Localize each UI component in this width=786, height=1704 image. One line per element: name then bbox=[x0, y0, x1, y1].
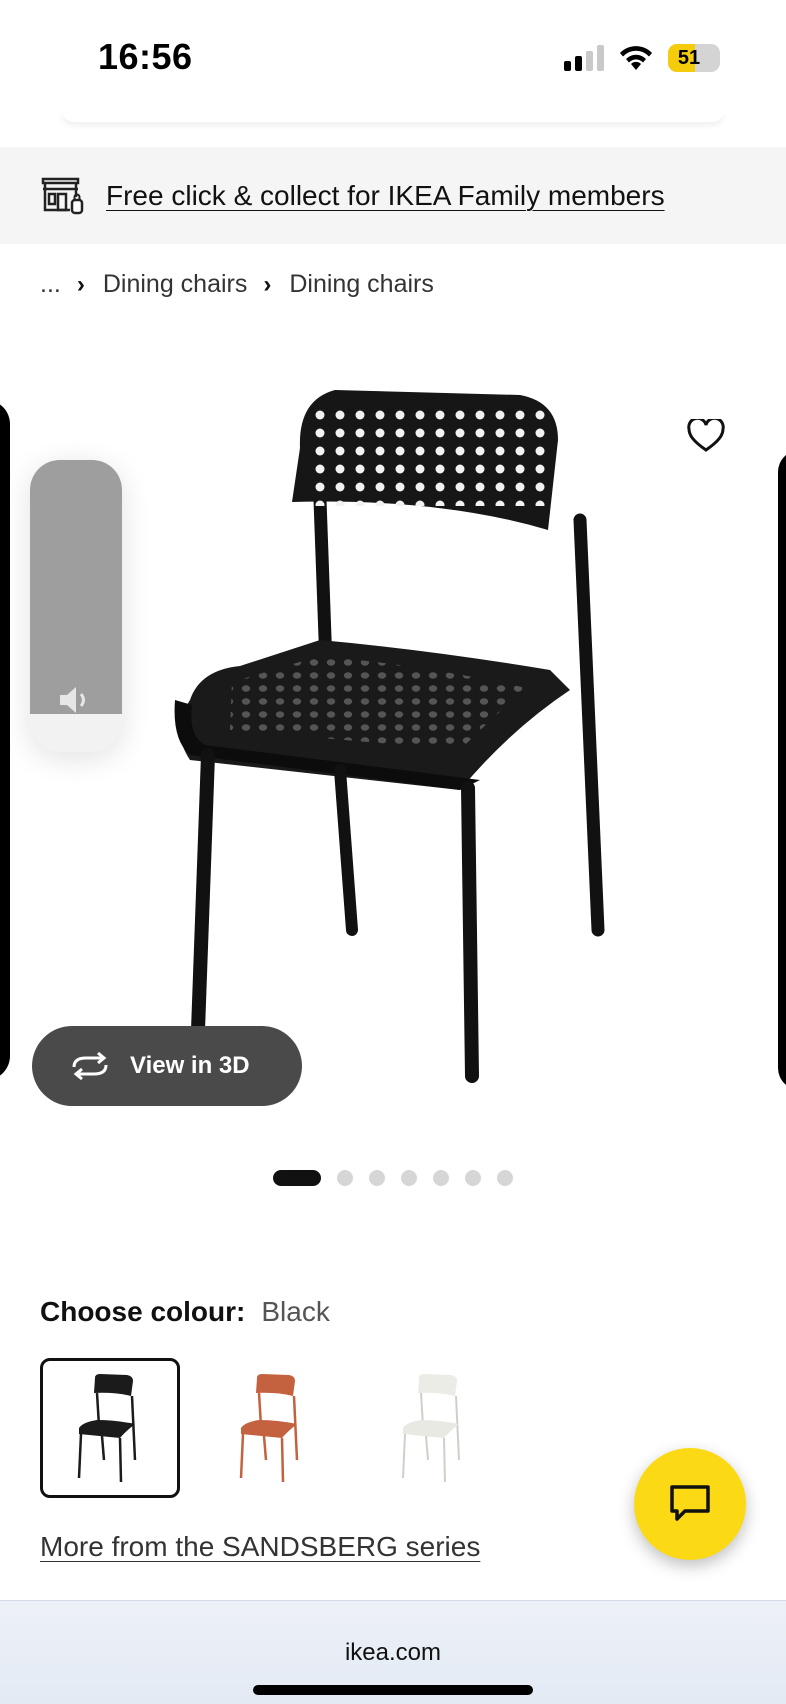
colour-swatches bbox=[40, 1358, 504, 1498]
colour-swatch-white[interactable] bbox=[364, 1358, 504, 1498]
status-bar: 16:56 51 bbox=[0, 0, 786, 110]
speaker-icon bbox=[60, 687, 85, 713]
next-image-edge bbox=[778, 450, 786, 1090]
heart-icon bbox=[687, 419, 725, 452]
pagination-dot[interactable] bbox=[273, 1170, 321, 1186]
breadcrumb-item[interactable]: Dining chairs bbox=[289, 270, 434, 299]
status-icons: 51 bbox=[564, 44, 720, 72]
rotate-3d-icon bbox=[72, 1051, 108, 1081]
chevron-right-icon: › bbox=[263, 270, 272, 298]
colour-chooser-header: Choose colour: Black bbox=[40, 1296, 330, 1328]
pagination-dot[interactable] bbox=[497, 1170, 513, 1186]
volume-overlay bbox=[30, 460, 122, 752]
image-pagination[interactable] bbox=[273, 1170, 513, 1186]
breadcrumb-ellipsis[interactable]: ... bbox=[40, 270, 61, 299]
battery-level: 51 bbox=[677, 47, 701, 69]
breadcrumb-item[interactable]: Dining chairs bbox=[103, 270, 248, 299]
promo-banner[interactable]: Free click & collect for IKEA Family mem… bbox=[0, 147, 786, 244]
series-link[interactable]: More from the SANDSBERG series bbox=[40, 1531, 480, 1563]
view-in-3d-label: View in 3D bbox=[130, 1052, 250, 1079]
view-in-3d-button[interactable]: View in 3D bbox=[32, 1026, 302, 1106]
colour-value: Black bbox=[261, 1296, 330, 1327]
product-gallery[interactable]: View in 3D bbox=[0, 320, 786, 1150]
pagination-dot[interactable] bbox=[337, 1170, 353, 1186]
home-indicator bbox=[253, 1685, 533, 1695]
browser-address-bar[interactable]: ikea.com bbox=[0, 1600, 786, 1704]
breadcrumb: ... › Dining chairs › Dining chairs bbox=[40, 270, 434, 299]
chair-thumbnail bbox=[77, 1374, 137, 1483]
chat-button[interactable] bbox=[634, 1448, 746, 1560]
promo-link[interactable]: Free click & collect for IKEA Family mem… bbox=[106, 180, 665, 212]
url-text[interactable]: ikea.com bbox=[0, 1639, 786, 1667]
status-time: 16:56 bbox=[98, 36, 193, 77]
chair-thumbnail bbox=[239, 1374, 299, 1483]
store-icon bbox=[41, 177, 84, 214]
pagination-dot[interactable] bbox=[465, 1170, 481, 1186]
product-image[interactable] bbox=[170, 370, 630, 1140]
favourite-button[interactable] bbox=[680, 410, 732, 462]
volume-level bbox=[30, 460, 122, 715]
chair-thumbnail bbox=[402, 1374, 460, 1483]
wifi-icon bbox=[620, 46, 652, 70]
colour-label: Choose colour: bbox=[40, 1296, 246, 1327]
pagination-dot[interactable] bbox=[433, 1170, 449, 1186]
cellular-signal-icon bbox=[564, 45, 604, 71]
battery-icon: 51 bbox=[668, 44, 720, 72]
pagination-dot[interactable] bbox=[369, 1170, 385, 1186]
pagination-dot[interactable] bbox=[401, 1170, 417, 1186]
colour-swatch-black[interactable] bbox=[40, 1358, 180, 1498]
chat-icon bbox=[670, 1485, 710, 1521]
previous-image-edge bbox=[0, 400, 10, 1080]
chevron-right-icon: › bbox=[76, 270, 85, 298]
search-bar-edge bbox=[62, 110, 724, 122]
colour-swatch-orange[interactable] bbox=[202, 1358, 342, 1498]
